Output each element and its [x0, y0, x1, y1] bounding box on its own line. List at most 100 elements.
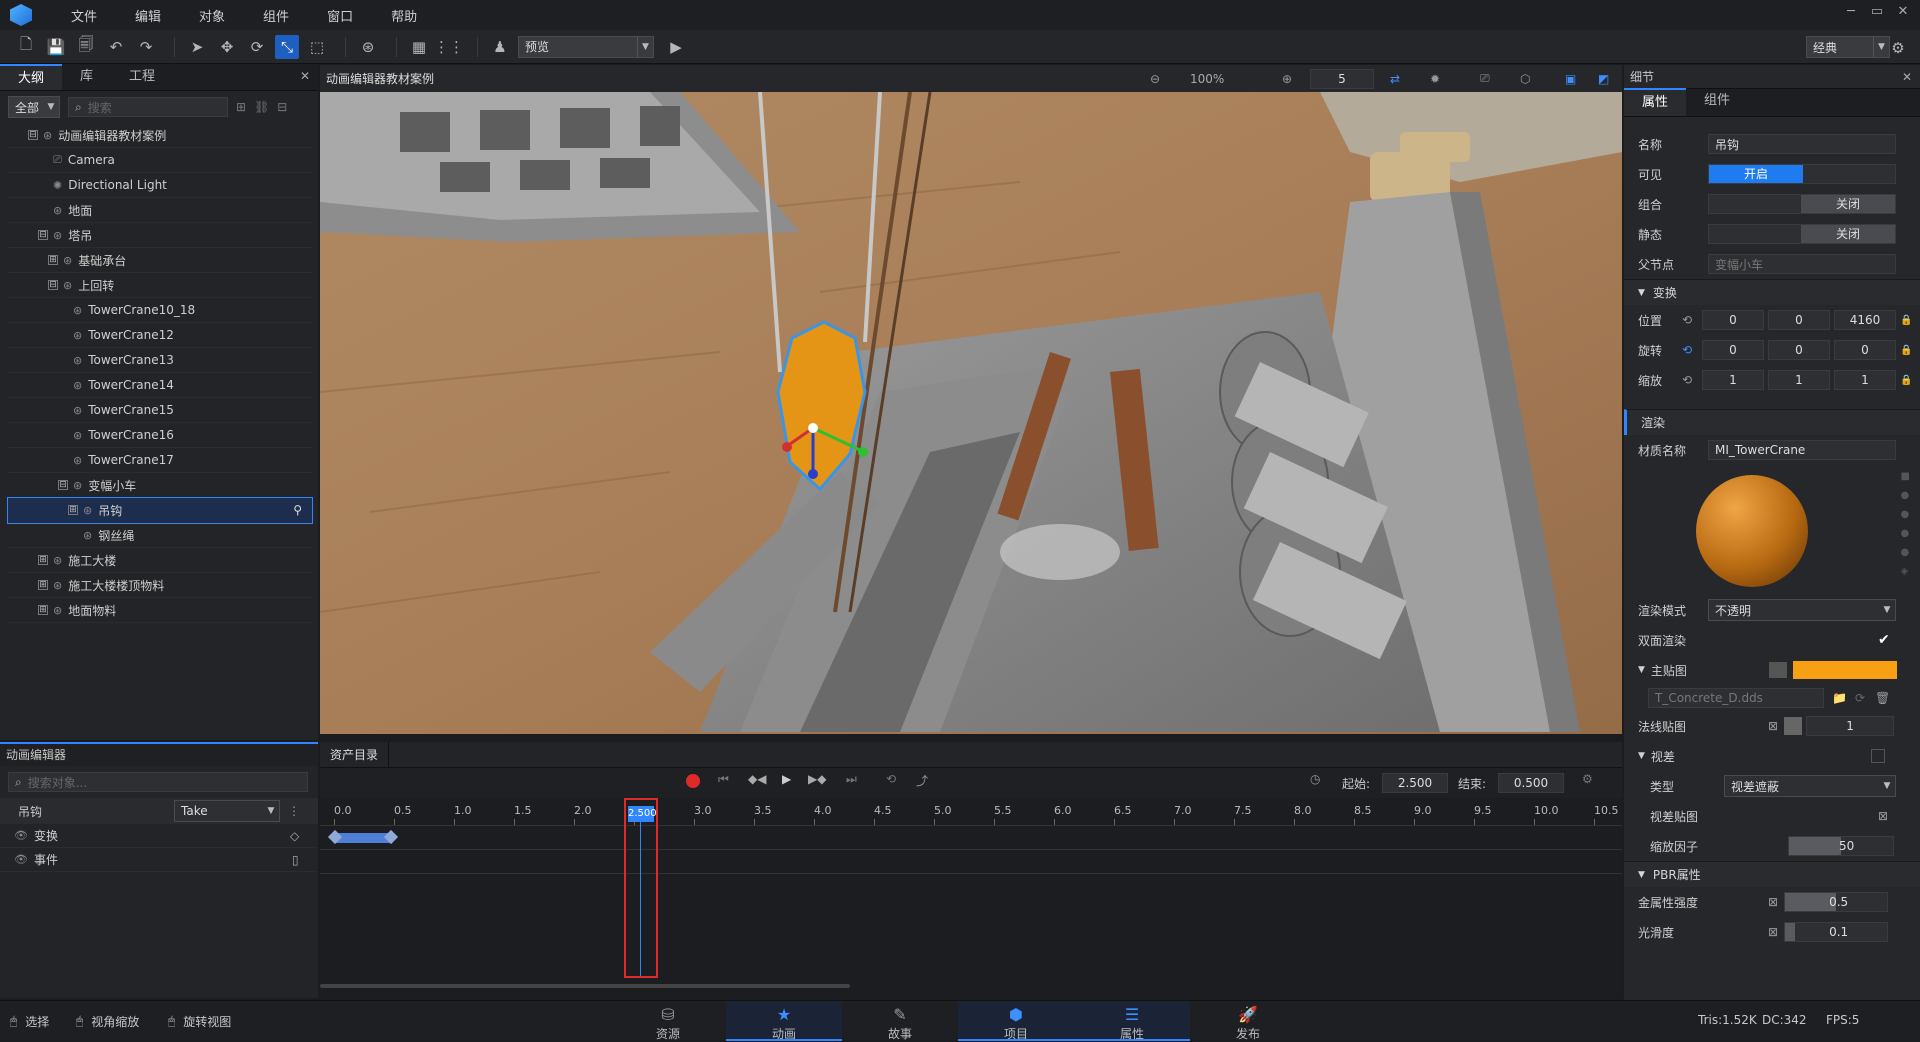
- render-section[interactable]: 渲染: [1624, 409, 1920, 435]
- static-toggle[interactable]: 关闭: [1708, 224, 1896, 244]
- undo-icon[interactable]: ↶: [104, 35, 128, 59]
- minimize-button[interactable]: ─: [1840, 4, 1862, 19]
- take-dropdown[interactable]: Take ▼: [174, 800, 280, 822]
- layout-dropdown[interactable]: 经典 ▼: [1806, 36, 1890, 58]
- cube-icon[interactable]: ⬡: [1520, 72, 1530, 86]
- preview-option-icon[interactable]: ◈: [1901, 566, 1910, 577]
- go-start-icon[interactable]: ⏮: [718, 772, 729, 787]
- menu-component[interactable]: 组件: [244, 6, 308, 25]
- maximize-button[interactable]: ▭: [1866, 4, 1888, 19]
- texture-slot-icon[interactable]: ⊠: [1768, 719, 1778, 733]
- tree-item[interactable]: ⊞ ⊛ 地面物料: [8, 598, 312, 623]
- tree-item[interactable]: ⊛ TowerCrane16: [8, 423, 312, 448]
- track-transform[interactable]: 👁 变换 ◇: [0, 824, 318, 848]
- expand-toggle-icon[interactable]: ⊟: [38, 230, 48, 240]
- tab-outline[interactable]: 大纲: [0, 64, 63, 90]
- scale-tool-icon[interactable]: ⤡: [275, 34, 299, 59]
- tree-item[interactable]: ⊛ TowerCrane17: [8, 448, 312, 473]
- grid-value-input[interactable]: 5: [1310, 68, 1374, 89]
- tab-animation[interactable]: ★ 动画: [726, 1001, 842, 1041]
- lock-icon[interactable]: 🔒: [1900, 315, 1912, 326]
- expand-toggle-icon[interactable]: ⊟: [48, 280, 58, 290]
- tab-project[interactable]: ⬢ 项目: [958, 1001, 1074, 1041]
- go-end-icon[interactable]: ⏭: [846, 772, 857, 787]
- menu-window[interactable]: 窗口: [308, 6, 372, 25]
- move-tool-icon[interactable]: ✥: [215, 35, 239, 59]
- tree-item[interactable]: ⊛ 钢丝绳: [8, 523, 312, 548]
- add-key-icon[interactable]: ◇: [290, 829, 299, 843]
- new-folder-icon[interactable]: ⊞: [236, 100, 246, 114]
- material-field[interactable]: MI_TowerCrane: [1708, 440, 1896, 460]
- main-color-swatch[interactable]: [1792, 661, 1897, 679]
- tree-item[interactable]: ⊛ TowerCrane12: [8, 323, 312, 348]
- link-icon[interactable]: ⛓: [254, 100, 269, 114]
- preview-option-icon[interactable]: ●: [1901, 509, 1910, 520]
- prev-key-icon[interactable]: ◆◀: [748, 772, 766, 786]
- reset-icon[interactable]: ⟲: [1682, 373, 1702, 387]
- expand-toggle-icon[interactable]: ⊟: [28, 130, 38, 140]
- scale-factor-slider[interactable]: 50: [1788, 836, 1894, 856]
- menu-file[interactable]: 文件: [52, 6, 116, 25]
- texture-slot-icon[interactable]: ⊠: [1878, 809, 1888, 823]
- curve-icon[interactable]: ⤴: [916, 772, 928, 789]
- track-event[interactable]: 👁 事件 ▯: [0, 848, 318, 872]
- rotation-y[interactable]: 0: [1768, 340, 1830, 360]
- scene-viewport[interactable]: [320, 92, 1622, 734]
- close-window-button[interactable]: ✕: [1892, 4, 1914, 19]
- eye-icon[interactable]: 👁: [14, 829, 28, 842]
- trash-icon[interactable]: 🗑: [1875, 691, 1890, 705]
- tree-item[interactable]: ⊛ 地面: [8, 198, 312, 223]
- tree-item[interactable]: ⊟ ⊛ 动画编辑器教材案例: [8, 123, 312, 148]
- refresh-icon[interactable]: ⟳: [1855, 691, 1865, 705]
- view-mode-dropdown[interactable]: 预览 ▼: [518, 35, 654, 58]
- tree-item[interactable]: ⊛ TowerCrane15: [8, 398, 312, 423]
- outline-search-input[interactable]: ⌕ 搜索: [68, 97, 228, 117]
- tree-spacer[interactable]: [38, 205, 48, 215]
- tree-spacer[interactable]: [38, 155, 48, 165]
- tree-item[interactable]: ⊞ ⊛ 施工大楼: [8, 548, 312, 573]
- expand-toggle-icon[interactable]: ⊞: [48, 255, 58, 265]
- expand-toggle-icon[interactable]: ⊟: [58, 480, 68, 490]
- mode-select[interactable]: 🖱 选择: [10, 1013, 49, 1030]
- pbr-section[interactable]: ▼ PBR属性: [1624, 861, 1920, 887]
- stats-icon[interactable]: ◩: [1598, 72, 1609, 86]
- tree-spacer[interactable]: [58, 305, 68, 315]
- zoom-in-icon[interactable]: ⊕: [1282, 72, 1292, 86]
- time-ruler[interactable]: 0.00.51.01.52.02.53.03.54.04.55.05.56.06…: [320, 798, 1622, 826]
- group-toggle[interactable]: 关闭: [1708, 194, 1896, 214]
- loop-icon[interactable]: ⟲: [886, 772, 896, 786]
- snap-grid-icon[interactable]: ⋮⋮: [434, 35, 464, 59]
- mode-rotate[interactable]: 🖱 旋转视图: [168, 1013, 231, 1030]
- parallax-type-dropdown[interactable]: 视差遮蔽 ▼: [1724, 775, 1896, 797]
- reset-icon[interactable]: ⟲: [1682, 313, 1702, 327]
- keyframe-range[interactable]: [334, 833, 390, 843]
- save-all-icon[interactable]: 🗐: [74, 35, 98, 59]
- tab-project[interactable]: 工程: [111, 64, 173, 90]
- tree-item[interactable]: ⊛ TowerCrane14: [8, 373, 312, 398]
- preview-option-icon[interactable]: ●: [1901, 528, 1910, 539]
- zoom-out-icon[interactable]: ⊖: [1150, 72, 1160, 86]
- playhead[interactable]: 2.500: [624, 798, 658, 978]
- mode-zoom[interactable]: 🖱 视角缩放: [76, 1013, 139, 1030]
- tab-publish[interactable]: 🚀 发布: [1190, 1001, 1306, 1041]
- rect-tool-icon[interactable]: ⬚: [305, 35, 329, 59]
- tree-item[interactable]: ✺ Directional Light: [8, 173, 312, 198]
- anim-search-input[interactable]: ⌕ 搜索对象...: [8, 772, 308, 792]
- preview-option-icon[interactable]: ■: [1901, 471, 1910, 482]
- texture-slot-icon[interactable]: [1768, 662, 1787, 678]
- rotation-x[interactable]: 0: [1702, 340, 1764, 360]
- tree-item[interactable]: ⊛ TowerCrane13: [8, 348, 312, 373]
- scale-x[interactable]: 1: [1702, 370, 1764, 390]
- tab-story[interactable]: ✎ 故事: [842, 1001, 958, 1041]
- tab-properties-bottom[interactable]: ☰ 属性: [1074, 1001, 1190, 1041]
- tab-library[interactable]: 库: [62, 64, 111, 90]
- eye-icon[interactable]: 👁: [14, 853, 28, 866]
- position-x[interactable]: 0: [1702, 310, 1764, 330]
- play-icon[interactable]: ▶: [782, 772, 791, 786]
- tree-spacer[interactable]: [68, 530, 78, 540]
- filter-dropdown[interactable]: 全部 ▼: [8, 96, 60, 118]
- chevron-down-icon[interactable]: ▼: [1638, 751, 1645, 761]
- preview-option-icon[interactable]: ●: [1901, 490, 1910, 501]
- menu-object[interactable]: 对象: [180, 6, 244, 25]
- chevron-down-icon[interactable]: ▼: [1638, 665, 1645, 675]
